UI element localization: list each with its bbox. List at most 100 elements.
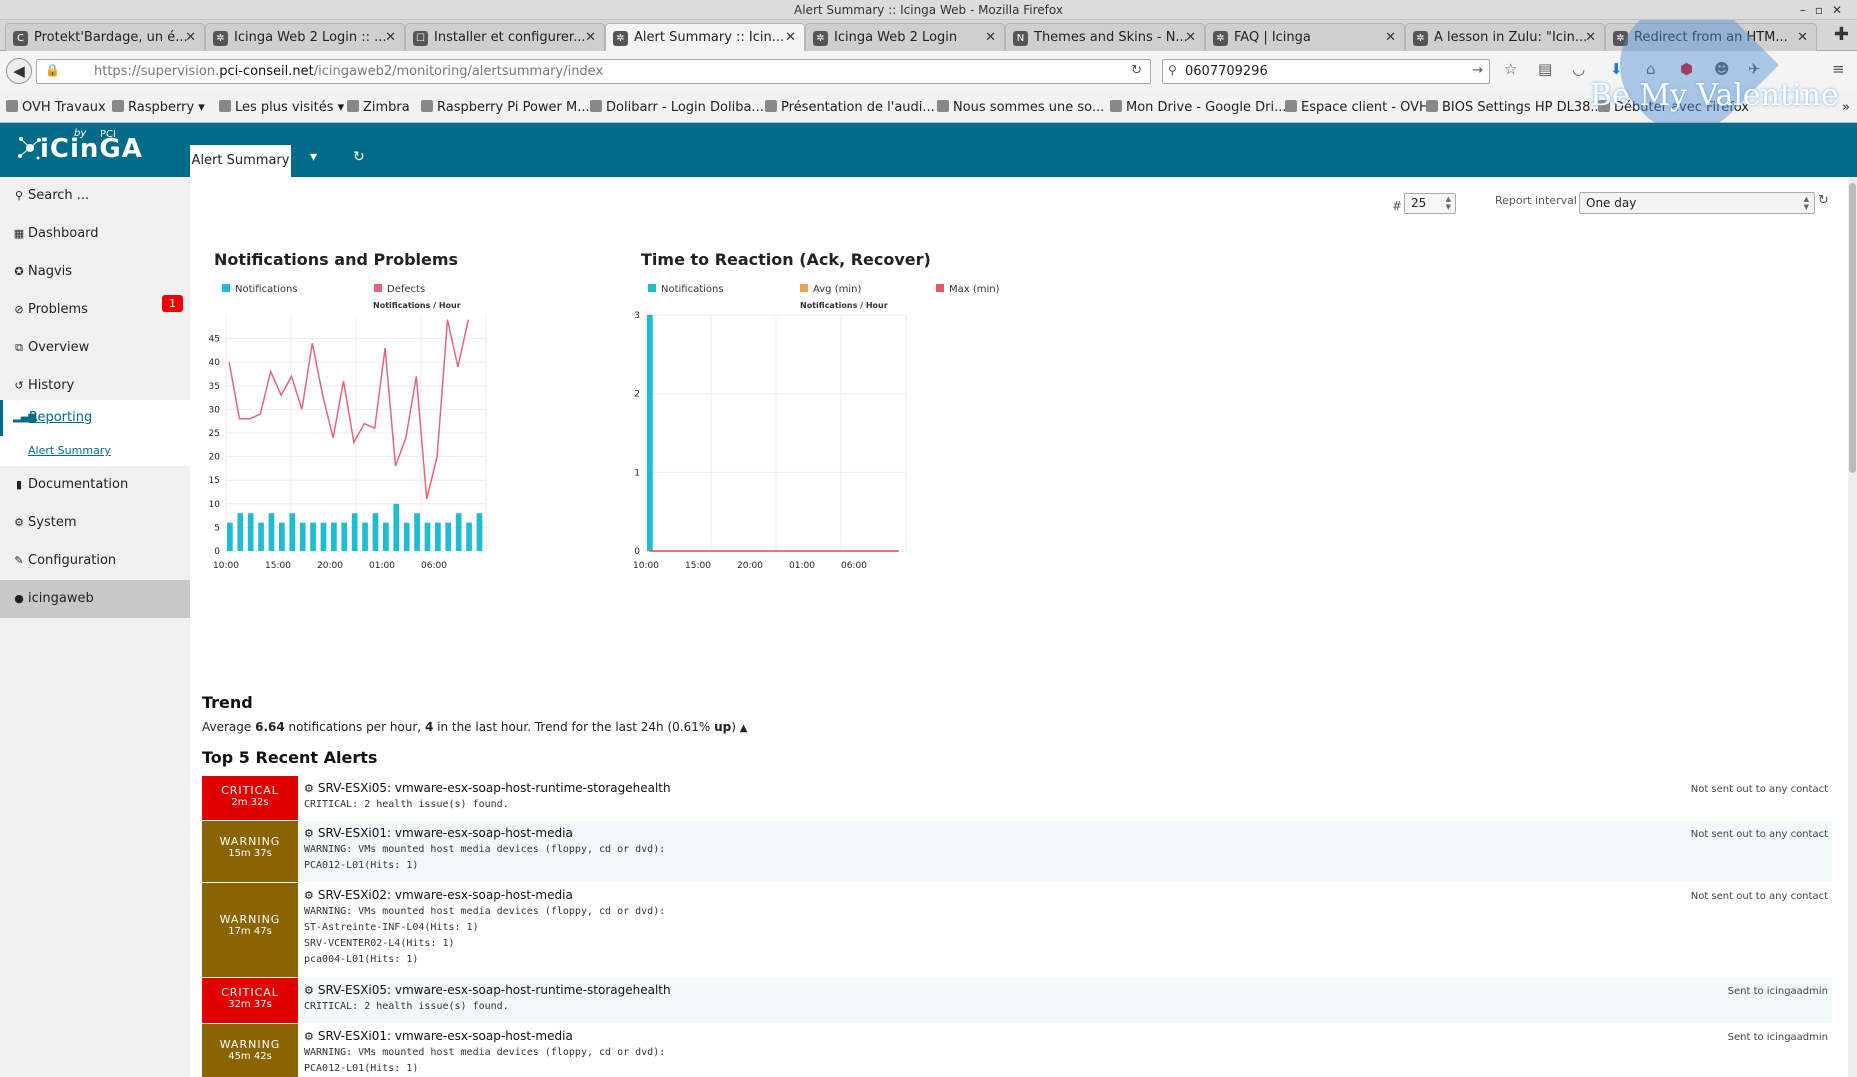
- browser-tab[interactable]: ✲ Icinga Web 2 Login :: ... ✕: [205, 23, 405, 51]
- tab-close-icon[interactable]: ✕: [785, 24, 796, 51]
- bookmark-folder[interactable]: Raspberry ▾: [112, 100, 205, 115]
- browser-tab[interactable]: N Themes and Skins - N... ✕: [1005, 23, 1205, 51]
- back-button[interactable]: ◀: [6, 58, 32, 84]
- data-bar: [403, 522, 410, 551]
- dashboard-icon: ▦: [13, 227, 25, 240]
- refresh-icon[interactable]: ↻: [1818, 193, 1829, 208]
- bookmark-folder[interactable]: Les plus visités ▾: [219, 100, 344, 115]
- data-bar: [372, 513, 379, 551]
- bookmark-item[interactable]: Espace client - OVH: [1285, 100, 1429, 115]
- gears-icon: ⚙: [14, 516, 24, 529]
- bookmark-item[interactable]: Raspberry Pi Power M...: [421, 100, 590, 115]
- reload-icon[interactable]: ↻: [1131, 63, 1142, 78]
- bookmark-item[interactable]: Mon Drive - Google Dri...: [1110, 100, 1287, 115]
- window-controls[interactable]: –▫✕: [1800, 0, 1851, 20]
- tab-close-icon[interactable]: ✕: [385, 24, 396, 51]
- search-icon: ⚲: [1168, 63, 1177, 77]
- logo-text: iCinGA: [40, 134, 143, 164]
- refresh-icon[interactable]: ↻: [353, 149, 365, 165]
- bookmark-item[interactable]: Nous sommes une so...: [937, 100, 1104, 115]
- alert-row[interactable]: WARNING 45m 42s ⚙ SRV-ESXi01: vmware-esx-s…: [202, 1024, 1832, 1077]
- browser-tab[interactable]: ✲ A lesson in Zulu: "Icin... ✕: [1405, 23, 1605, 51]
- alert-output: CRITICAL: 2 health issue(s) found.: [304, 1001, 509, 1012]
- bookmark-item[interactable]: Présentation de l'audi...: [765, 100, 935, 115]
- bookmark-item[interactable]: Dolibarr - Login Doliba...: [590, 100, 764, 115]
- tab-close-icon[interactable]: ✕: [185, 24, 196, 51]
- bookmark-star-icon[interactable]: ☆: [1504, 60, 1517, 78]
- tab-favicon-icon: ✲: [1413, 31, 1428, 46]
- report-interval-select[interactable]: One day ▲ ▼: [1579, 192, 1815, 214]
- chevron-down-icon[interactable]: ▾: [310, 149, 317, 165]
- sidebar-item-dashboard[interactable]: ▦ Dashboard: [0, 215, 190, 253]
- bookmark-item[interactable]: Zimbra: [347, 100, 410, 115]
- browser-tab[interactable]: ☐ Installer et configurer... ✕: [405, 23, 605, 51]
- y-tick-label: 1: [634, 468, 640, 478]
- tab-alert-summary[interactable]: Alert Summary: [190, 145, 291, 177]
- spinner-icon[interactable]: ▲ ▼: [1446, 195, 1451, 211]
- bookmarks-toolbar: OVH Travaux Raspberry ▾ Les plus visités…: [0, 91, 1857, 123]
- sidebar-item-documentation[interactable]: ▮ Documentation: [0, 466, 190, 504]
- alert-row[interactable]: WARNING 17m 47s ⚙ SRV-ESXi02: vmware-esx-s…: [202, 883, 1832, 978]
- bookmark-favicon-icon: [6, 100, 18, 112]
- data-bar: [445, 522, 452, 551]
- bookmark-favicon-icon: [937, 100, 949, 112]
- bookmark-item[interactable]: OVH Travaux: [6, 100, 106, 115]
- page-scrollbar[interactable]: [1848, 177, 1857, 1077]
- sidebar-item-nagvis[interactable]: ✪ Nagvis: [0, 253, 190, 291]
- tab-close-icon[interactable]: ✕: [1185, 24, 1196, 51]
- panel-title-notifications: Notifications and Problems: [214, 250, 459, 269]
- alert-row[interactable]: CRITICAL 32m 37s ⚙ SRV-ESXi05: vmware-esx-…: [202, 978, 1832, 1024]
- tab-close-icon[interactable]: ✕: [585, 24, 596, 51]
- search-go-icon[interactable]: →: [1472, 63, 1483, 78]
- logo-pci: PCI: [100, 129, 116, 140]
- alert-service[interactable]: ⚙ SRV-ESXi01: vmware-esx-soap-host-media: [304, 826, 1832, 840]
- sidebar-item-overview[interactable]: ⧉ Overview: [0, 329, 190, 367]
- alert-service[interactable]: ⚙ SRV-ESXi05: vmware-esx-soap-host-runtim…: [304, 983, 1832, 997]
- alert-service[interactable]: ⚙ SRV-ESXi05: vmware-esx-soap-host-runtim…: [304, 781, 1832, 795]
- search-bar[interactable]: ⚲ 0607709296 →: [1162, 59, 1490, 84]
- bookmark-item[interactable]: BIOS Settings HP DL38...: [1426, 100, 1603, 115]
- window-titlebar: Alert Summary :: Icinga Web - Mozilla Fi…: [0, 0, 1857, 20]
- sidebar-item-label: icingaweb: [28, 591, 94, 606]
- data-bar: [237, 513, 244, 551]
- sidebar-item-configuration[interactable]: ✎ Configuration: [0, 542, 190, 580]
- alert-state-badge: CRITICAL 2m 32s: [202, 776, 298, 820]
- tab-favicon-icon: N: [1013, 31, 1028, 46]
- x-tick-label: 15:00: [685, 561, 711, 571]
- alert-service[interactable]: ⚙ SRV-ESXi01: vmware-esx-soap-host-media: [304, 1029, 1832, 1043]
- y-tick-label: 40: [209, 358, 221, 368]
- tab-close-icon[interactable]: ✕: [1385, 24, 1396, 51]
- browser-tab[interactable]: ✲ Icinga Web 2 Login ✕: [805, 23, 1005, 51]
- alert-contact: Not sent out to any contact: [1690, 829, 1828, 840]
- alert-row[interactable]: CRITICAL 2m 32s ⚙ SRV-ESXi05: vmware-esx-s…: [202, 776, 1832, 821]
- legend-label: Notifications: [235, 284, 298, 295]
- alert-duration: 15m 37s: [228, 848, 272, 859]
- alert-duration: 17m 47s: [228, 926, 272, 937]
- browser-tab[interactable]: C Protekt'Bardage, un é... ✕: [5, 23, 205, 51]
- problems-icon: ⊘: [14, 303, 24, 316]
- panel-title-reaction: Time to Reaction (Ack, Recover): [641, 250, 931, 269]
- screen: { "window": {"title": "Alert Summary :: …: [0, 0, 1857, 1077]
- sidebar-subitem-alert-summary[interactable]: Alert Summary: [0, 436, 190, 466]
- alert-row[interactable]: WARNING 15m 37s ⚙ SRV-ESXi01: vmware-esx-s…: [202, 821, 1832, 883]
- alert-service[interactable]: ⚙ SRV-ESXi02: vmware-esx-soap-host-media: [304, 888, 1832, 902]
- folder-icon: [219, 100, 231, 112]
- url-bar[interactable]: 🔒 https://supervision.pci-conseil.net/ic…: [36, 59, 1151, 84]
- browser-tab[interactable]: ✲ FAQ | Icinga ✕: [1205, 23, 1405, 51]
- browser-tab-active[interactable]: ✲ Alert Summary :: Icin... ✕: [605, 23, 805, 51]
- scrollbar-thumb[interactable]: [1849, 183, 1856, 473]
- sidebar-search[interactable]: ⚲ Search ...: [0, 177, 190, 215]
- tab-close-icon[interactable]: ✕: [985, 24, 996, 51]
- sidebar-item-user[interactable]: ● icingaweb: [0, 580, 190, 618]
- data-bar: [424, 522, 431, 551]
- sidebar-item-reporting[interactable]: ▂▄▆ Reporting: [0, 400, 190, 436]
- reading-list-icon[interactable]: ▤: [1538, 60, 1552, 78]
- nagvis-icon: ✪: [14, 265, 24, 278]
- x-tick-label: 20:00: [317, 561, 343, 571]
- sidebar-item-system[interactable]: ⚙ System: [0, 504, 190, 542]
- count-stepper[interactable]: 25 ▲ ▼: [1404, 193, 1456, 214]
- data-bar: [362, 522, 368, 551]
- legend-label: Avg (min): [813, 284, 862, 295]
- tab-favicon-icon: ✲: [613, 31, 628, 46]
- alert-contact: Sent to icingaadmin: [1727, 1032, 1828, 1043]
